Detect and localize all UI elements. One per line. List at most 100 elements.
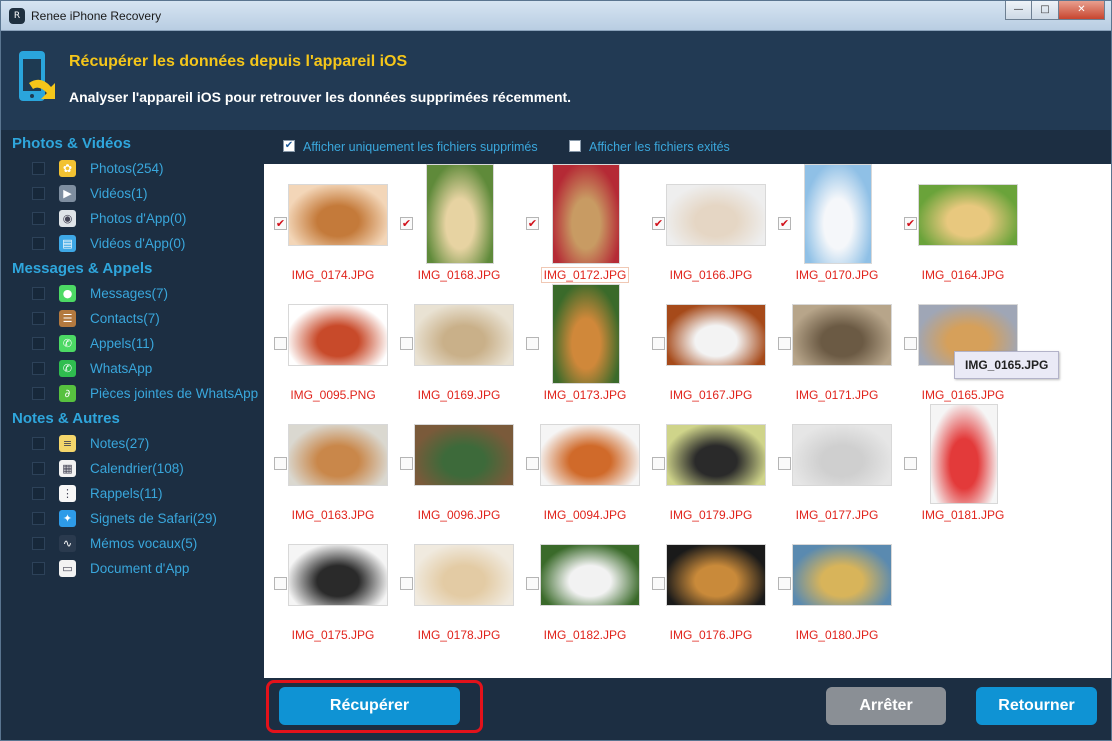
sidebar-item-checkbox[interactable] bbox=[32, 362, 45, 375]
sidebar-item[interactable]: ◉ Photos d'App(0) bbox=[1, 208, 264, 230]
file-checkbox[interactable] bbox=[526, 337, 539, 350]
sidebar-item[interactable]: ✿ Photos(254) bbox=[1, 158, 264, 180]
file-checkbox[interactable]: ✔ bbox=[400, 217, 413, 230]
file-item[interactable]: IMG_0167.JPG bbox=[648, 284, 774, 404]
file-item[interactable]: ✔ IMG_0172.JPG bbox=[522, 164, 648, 284]
sidebar-item[interactable]: ✆ WhatsApp bbox=[1, 358, 264, 380]
sidebar-item-checkbox[interactable] bbox=[32, 487, 45, 500]
sidebar-item[interactable]: ▭ Document d'App bbox=[1, 558, 264, 580]
sidebar-item[interactable]: ✦ Signets de Safari(29) bbox=[1, 508, 264, 530]
file-checkbox[interactable]: ✔ bbox=[904, 217, 917, 230]
file-checkbox[interactable] bbox=[400, 457, 413, 470]
sidebar-item[interactable]: ● Messages(7) bbox=[1, 283, 264, 305]
sidebar-item[interactable]: ▶ Vidéos(1) bbox=[1, 183, 264, 205]
sidebar-item[interactable]: ▤ Vidéos d'App(0) bbox=[1, 233, 264, 255]
file-item[interactable]: IMG_0096.JPG bbox=[396, 404, 522, 524]
file-thumbnail[interactable] bbox=[414, 424, 514, 486]
file-checkbox[interactable] bbox=[526, 577, 539, 590]
file-thumbnail[interactable] bbox=[930, 404, 998, 504]
file-checkbox[interactable] bbox=[274, 337, 287, 350]
sidebar-item-checkbox[interactable] bbox=[32, 312, 45, 325]
file-thumbnail[interactable] bbox=[552, 284, 620, 384]
file-thumbnail[interactable] bbox=[426, 164, 494, 264]
sidebar-item-checkbox[interactable] bbox=[32, 187, 45, 200]
existing-files-label[interactable]: Afficher les fichiers exités bbox=[589, 140, 730, 154]
file-thumbnail[interactable] bbox=[288, 184, 388, 246]
file-item[interactable]: IMG_0178.JPG bbox=[396, 524, 522, 644]
file-item[interactable]: ✔ IMG_0168.JPG bbox=[396, 164, 522, 284]
back-button[interactable]: Retourner bbox=[976, 687, 1097, 725]
file-item[interactable]: IMG_0169.JPG bbox=[396, 284, 522, 404]
minimize-icon[interactable]: — bbox=[1005, 1, 1032, 20]
file-item[interactable]: IMG_0182.JPG bbox=[522, 524, 648, 644]
file-checkbox[interactable] bbox=[400, 337, 413, 350]
file-checkbox[interactable] bbox=[526, 457, 539, 470]
file-item[interactable]: IMG_0165.JPG bbox=[900, 284, 1026, 404]
existing-files-checkbox[interactable] bbox=[569, 140, 581, 152]
file-item[interactable]: IMG_0177.JPG bbox=[774, 404, 900, 524]
file-item[interactable]: IMG_0181.JPG bbox=[900, 404, 1026, 524]
file-thumbnail[interactable] bbox=[288, 544, 388, 606]
grid-scrollbar[interactable] bbox=[1105, 164, 1111, 678]
file-checkbox[interactable] bbox=[652, 577, 665, 590]
file-thumbnail[interactable] bbox=[552, 164, 620, 264]
file-checkbox[interactable]: ✔ bbox=[778, 217, 791, 230]
stop-button[interactable]: Arrêter bbox=[826, 687, 946, 725]
file-item[interactable]: IMG_0175.JPG bbox=[270, 524, 396, 644]
sidebar-item[interactable]: ⋮ Rappels(11) bbox=[1, 483, 264, 505]
title-bar[interactable]: R Renee iPhone Recovery — □ ✕ bbox=[1, 1, 1111, 31]
file-checkbox[interactable]: ✔ bbox=[274, 217, 287, 230]
deleted-only-checkbox[interactable]: ✔ bbox=[283, 140, 295, 152]
sidebar-item-checkbox[interactable] bbox=[32, 287, 45, 300]
sidebar-item[interactable]: ✆ Appels(11) bbox=[1, 333, 264, 355]
file-item[interactable]: IMG_0163.JPG bbox=[270, 404, 396, 524]
file-checkbox[interactable]: ✔ bbox=[526, 217, 539, 230]
deleted-only-label[interactable]: Afficher uniquement les fichiers supprim… bbox=[303, 140, 538, 154]
maximize-icon[interactable]: □ bbox=[1032, 1, 1059, 20]
file-thumbnail[interactable] bbox=[540, 424, 640, 486]
sidebar-item-checkbox[interactable] bbox=[32, 437, 45, 450]
file-thumbnail[interactable] bbox=[666, 544, 766, 606]
sidebar-item-checkbox[interactable] bbox=[32, 512, 45, 525]
file-thumbnail[interactable] bbox=[288, 424, 388, 486]
sidebar-item-checkbox[interactable] bbox=[32, 237, 45, 250]
file-checkbox[interactable] bbox=[274, 457, 287, 470]
file-thumbnail[interactable] bbox=[666, 184, 766, 246]
file-checkbox[interactable] bbox=[778, 457, 791, 470]
file-thumbnail[interactable] bbox=[666, 424, 766, 486]
file-checkbox[interactable] bbox=[652, 337, 665, 350]
file-checkbox[interactable] bbox=[904, 457, 917, 470]
file-item[interactable]: ✔ IMG_0164.JPG bbox=[900, 164, 1026, 284]
file-thumbnail[interactable] bbox=[288, 304, 388, 366]
file-item[interactable]: IMG_0095.PNG bbox=[270, 284, 396, 404]
sidebar-item[interactable]: ≡ Notes(27) bbox=[1, 433, 264, 455]
file-item[interactable]: IMG_0094.JPG bbox=[522, 404, 648, 524]
file-thumbnail[interactable] bbox=[666, 304, 766, 366]
sidebar-item[interactable]: ∿ Mémos vocaux(5) bbox=[1, 533, 264, 555]
file-item[interactable]: ✔ IMG_0170.JPG bbox=[774, 164, 900, 284]
sidebar-item-checkbox[interactable] bbox=[32, 462, 45, 475]
file-checkbox[interactable] bbox=[400, 577, 413, 590]
sidebar-item[interactable]: ▦ Calendrier(108) bbox=[1, 458, 264, 480]
file-checkbox[interactable]: ✔ bbox=[652, 217, 665, 230]
file-checkbox[interactable] bbox=[778, 337, 791, 350]
file-checkbox[interactable] bbox=[904, 337, 917, 350]
file-item[interactable]: IMG_0171.JPG bbox=[774, 284, 900, 404]
file-thumbnail[interactable] bbox=[804, 164, 872, 264]
sidebar-item-checkbox[interactable] bbox=[32, 162, 45, 175]
file-thumbnail[interactable] bbox=[540, 544, 640, 606]
file-checkbox[interactable] bbox=[778, 577, 791, 590]
file-thumbnail[interactable] bbox=[792, 304, 892, 366]
file-thumbnail[interactable] bbox=[414, 304, 514, 366]
sidebar-item-checkbox[interactable] bbox=[32, 212, 45, 225]
file-checkbox[interactable] bbox=[274, 577, 287, 590]
file-thumbnail[interactable] bbox=[792, 544, 892, 606]
file-item[interactable]: IMG_0173.JPG bbox=[522, 284, 648, 404]
sidebar-item[interactable]: ∂ Pièces jointes de WhatsApp bbox=[1, 383, 264, 405]
file-item[interactable]: IMG_0179.JPG bbox=[648, 404, 774, 524]
file-item[interactable]: ✔ IMG_0174.JPG bbox=[270, 164, 396, 284]
file-thumbnail[interactable] bbox=[918, 184, 1018, 246]
file-item[interactable]: IMG_0180.JPG bbox=[774, 524, 900, 644]
file-item[interactable]: ✔ IMG_0166.JPG bbox=[648, 164, 774, 284]
sidebar-item-checkbox[interactable] bbox=[32, 562, 45, 575]
